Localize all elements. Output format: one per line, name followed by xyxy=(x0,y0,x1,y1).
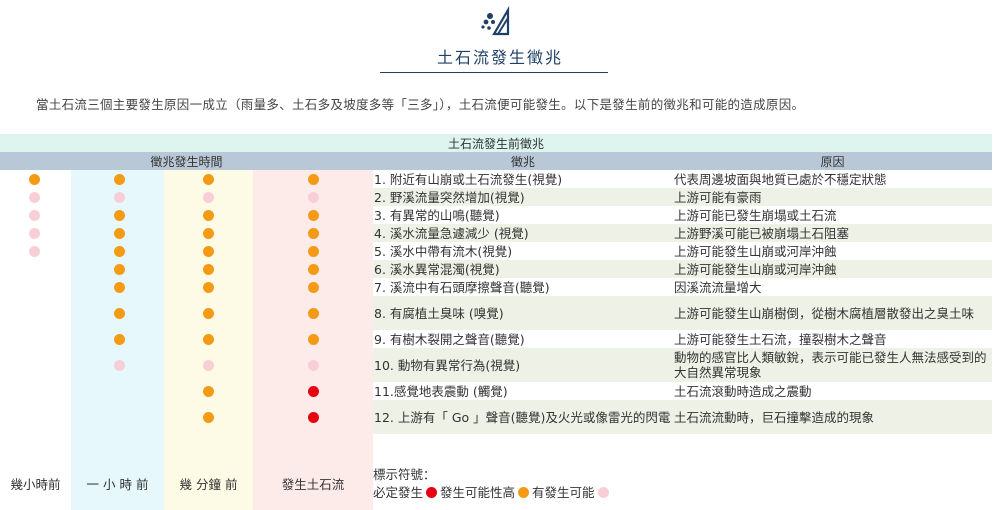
cause-cell: 動物的感官比人類敏銳，表示可能已發生人無法感受到的大自然異常現象 xyxy=(673,348,992,382)
orange-dot-icon xyxy=(202,227,214,239)
pink-dot-icon xyxy=(28,191,40,203)
table-row: 1. 附近有山崩或土石流發生(視覺) 代表周邊坡面與地質已處於不穩定狀態 xyxy=(0,170,992,188)
red-dot-icon xyxy=(426,487,438,498)
sign-cell: 12. 上游有「 Go 」聲音(聽覺)及火光或像雷光的閃電 xyxy=(373,400,673,434)
orange-dot-icon xyxy=(202,245,214,257)
table-row: 7. 溪流中有石頭摩擦聲音(聽覺) 因溪流流量增大 xyxy=(0,278,992,296)
pink-dot-icon xyxy=(28,245,40,257)
table-row: 6. 溪水異常混濁(視覺) 上游可能發生山崩或河岸沖蝕 xyxy=(0,260,992,278)
table-row: 8. 有腐植土臭味 (嗅覺) 上游可能發生山崩樹倒，從樹木腐植層散發出之臭土味 xyxy=(0,296,992,330)
table-row: 12. 上游有「 Go 」聲音(聽覺)及火光或像雷光的閃電 土石流流動時，巨石撞擊… xyxy=(0,400,992,434)
sign-cell: 10. 動物有異常行為(視覺) xyxy=(373,348,673,382)
pink-dot-icon xyxy=(202,191,214,203)
cause-cell: 上游可能發生山崩或河岸沖蝕 xyxy=(673,242,992,260)
orange-dot-icon xyxy=(518,487,530,498)
orange-dot-icon xyxy=(113,263,125,275)
sign-cell: 4. 溪水流量急遽減少 (視覺) xyxy=(373,224,673,242)
legend-items: 必定發生 發生可能性高 有發生可能 xyxy=(373,484,673,502)
orange-dot-icon xyxy=(113,209,125,221)
sign-cell: 7. 溪流中有石頭摩擦聲音(聽覺) xyxy=(373,278,673,296)
cause-cell: 土石流流動時，巨石撞擊造成的現象 xyxy=(673,400,992,434)
pink-dot-icon xyxy=(597,487,609,498)
table-caption-row: 土石流發生前徵兆 xyxy=(0,134,992,152)
legend-pink-label: 有發生可能 xyxy=(532,485,595,500)
orange-dot-icon xyxy=(307,333,319,345)
intro-text: 當土石流三個主要發生原因一成立（雨量多、土石多及坡度多等「三多」），土石流便可能… xyxy=(36,97,805,112)
cause-cell: 上游可能有豪雨 xyxy=(673,188,992,206)
legend-red-label: 必定發生 xyxy=(373,485,424,500)
pink-dot-icon xyxy=(113,191,125,203)
header-time: 徵兆發生時間 xyxy=(150,154,223,169)
cause-cell: 上游野溪可能已被崩塌土石阻塞 xyxy=(673,224,992,242)
orange-dot-icon xyxy=(202,281,214,293)
header-sign: 徵兆 xyxy=(510,154,535,169)
sign-cell: 11.感覺地表震動 (觸覺) xyxy=(373,382,673,400)
sign-cell: 1. 附近有山崩或土石流發生(視覺) xyxy=(373,170,673,188)
pink-dot-icon xyxy=(28,209,40,221)
sign-cell: 3. 有異常的山鳴(聽覺) xyxy=(373,206,673,224)
orange-dot-icon xyxy=(113,307,125,319)
title-underline xyxy=(380,72,608,73)
orange-dot-icon xyxy=(307,209,319,221)
orange-dot-icon xyxy=(202,307,214,319)
cause-cell: 上游可能發生土石流，撞裂樹木之聲音 xyxy=(673,330,992,348)
table-row: 4. 溪水流量急遽減少 (視覺) 上游野溪可能已被崩塌土石阻塞 xyxy=(0,224,992,242)
cause-cell: 上游可能已發生崩塌或土石流 xyxy=(673,206,992,224)
orange-dot-icon xyxy=(307,263,319,275)
orange-dot-icon xyxy=(307,245,319,257)
table-row: 5. 溪水中帶有流木(視覺) 上游可能發生山崩或河岸沖蝕 xyxy=(0,242,992,260)
sign-cell: 6. 溪水異常混濁(視覺) xyxy=(373,260,673,278)
orange-dot-icon xyxy=(307,281,319,293)
orange-dot-icon xyxy=(28,173,40,185)
table-row: 10. 動物有異常行為(視覺) 動物的感官比人類敏銳，表示可能已發生人無法感受到的… xyxy=(0,348,992,382)
orange-dot-icon xyxy=(307,227,319,239)
table-row: 2. 野溪流量突然增加(視覺) 上游可能有豪雨 xyxy=(0,188,992,206)
orange-dot-icon xyxy=(202,411,214,423)
header-cause: 原因 xyxy=(820,154,845,169)
orange-dot-icon xyxy=(202,385,214,397)
cause-cell: 代表周邊坡面與地質已處於不穩定狀態 xyxy=(673,170,992,188)
pink-dot-icon xyxy=(307,191,319,203)
orange-dot-icon xyxy=(202,209,214,221)
pink-dot-icon xyxy=(28,227,40,239)
pink-dot-icon xyxy=(307,359,319,371)
sign-cell: 9. 有樹木裂開之聲音(聽覺) xyxy=(373,330,673,348)
sign-cell: 5. 溪水中帶有流木(視覺) xyxy=(373,242,673,260)
time-label-one-hour: 一 小 時 前 xyxy=(86,476,149,492)
red-dot-icon xyxy=(307,411,319,423)
orange-dot-icon xyxy=(202,263,214,275)
time-label-hours: 幾小時前 xyxy=(10,476,61,492)
legend-orange-label: 發生可能性高 xyxy=(440,485,516,500)
orange-dot-icon xyxy=(113,227,125,239)
time-label-occur: 發生土石流 xyxy=(281,476,345,492)
orange-dot-icon xyxy=(307,307,319,319)
cause-cell: 上游可能發生山崩樹倒，從樹木腐植層散發出之臭土味 xyxy=(673,296,992,330)
orange-dot-icon xyxy=(113,245,125,257)
pink-dot-icon xyxy=(113,359,125,371)
table-row: 9. 有樹木裂開之聲音(聽覺) 上游可能發生土石流，撞裂樹木之聲音 xyxy=(0,330,992,348)
table-caption: 土石流發生前徵兆 xyxy=(447,136,544,151)
orange-dot-icon xyxy=(202,173,214,185)
table-header-row: 徵兆發生時間 徵兆 原因 xyxy=(0,152,992,170)
table-row: 3. 有異常的山鳴(聽覺) 上游可能已發生崩塌或土石流 xyxy=(0,206,992,224)
orange-dot-icon xyxy=(113,333,125,345)
pink-dot-icon xyxy=(202,359,214,371)
time-label-minutes: 幾 分鐘 前 xyxy=(179,476,238,492)
debris-flow-logo-icon xyxy=(481,6,510,36)
cause-cell: 因溪流流量增大 xyxy=(673,278,992,296)
table-row: 11.感覺地表震動 (觸覺) 土石流滾動時造成之震動 xyxy=(0,382,992,400)
red-dot-icon xyxy=(307,385,319,397)
page-title: 土石流發生徵兆 xyxy=(436,48,563,67)
sign-cell: 8. 有腐植土臭味 (嗅覺) xyxy=(373,296,673,330)
page-header: 土石流發生徵兆 xyxy=(0,0,1000,90)
cause-cell: 土石流滾動時造成之震動 xyxy=(673,382,992,400)
orange-dot-icon xyxy=(113,281,125,293)
orange-dot-icon xyxy=(202,333,214,345)
legend: 標示符號： 必定發生 發生可能性高 有發生可能 xyxy=(373,466,673,502)
orange-dot-icon xyxy=(307,173,319,185)
sign-cell: 2. 野溪流量突然增加(視覺) xyxy=(373,188,673,206)
cause-cell: 上游可能發生山崩或河岸沖蝕 xyxy=(673,260,992,278)
legend-title: 標示符號： xyxy=(373,467,436,482)
orange-dot-icon xyxy=(113,173,125,185)
